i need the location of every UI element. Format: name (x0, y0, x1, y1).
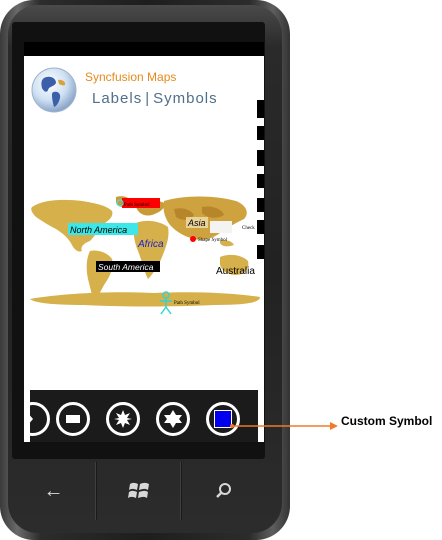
starburst-icon (114, 410, 132, 428)
label-check: Check (242, 226, 255, 231)
world-map[interactable]: North America Path Symbol Asia Check Afr… (24, 187, 264, 317)
callout-arrow-icon (230, 422, 338, 430)
hardware-keys: ← (12, 462, 265, 520)
label-shape-symbol: Shape Symbol (198, 238, 228, 243)
label-asia: Asia (187, 218, 206, 228)
windows-logo-icon (127, 482, 149, 498)
app-title: Syncfusion Maps (85, 70, 177, 84)
appbar-button-star[interactable] (156, 402, 190, 436)
appbar-button-circle[interactable] (24, 402, 50, 436)
label-path-symbol-bottom: Path Symbol (174, 301, 200, 306)
app-screen: Syncfusion Maps Labels | Symbols North A… (24, 42, 264, 442)
callout-label: Custom Symbol (341, 414, 433, 428)
star-of-david-icon (164, 410, 182, 428)
tab-labels[interactable]: Labels (92, 90, 142, 107)
back-key[interactable]: ← (12, 462, 96, 520)
nav-separator: | (145, 90, 151, 107)
label-path-symbol-top: Path Symbol (124, 203, 150, 208)
search-key[interactable] (181, 462, 265, 520)
label-africa: Africa (137, 239, 164, 250)
label-australia: Australia (216, 266, 255, 277)
start-key[interactable] (96, 462, 181, 520)
appbar-button-rectangle[interactable] (56, 402, 90, 436)
search-icon (215, 483, 231, 498)
shape-symbol-marker (190, 236, 196, 242)
appbar-button-starburst[interactable] (106, 402, 140, 436)
phone-device: Syncfusion Maps Labels | Symbols North A… (0, 0, 290, 540)
application-bar (24, 390, 258, 442)
system-tray (24, 42, 264, 56)
rectangle-icon (66, 415, 80, 423)
nav-pivot: Labels | Symbols (92, 90, 218, 107)
back-arrow-icon: ← (43, 479, 64, 502)
tab-symbols[interactable]: Symbols (153, 90, 218, 107)
label-north-america: North America (70, 225, 127, 235)
label-south-america: South America (98, 262, 154, 272)
circle-partial-icon (27, 412, 33, 426)
globe-logo-icon (31, 67, 77, 113)
